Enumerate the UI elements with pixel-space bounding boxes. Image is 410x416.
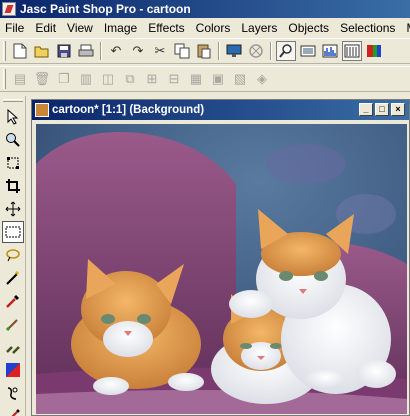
maximize-button[interactable]: □	[375, 103, 389, 116]
selection-tool-icon[interactable]	[2, 221, 24, 243]
menu-edit[interactable]: Edit	[30, 21, 62, 35]
menu-masks[interactable]: Masks	[401, 21, 410, 35]
undo-icon[interactable]: ↶	[106, 41, 126, 61]
menu-objects[interactable]: Objects	[283, 21, 335, 35]
layer-new-icon[interactable]: ▤	[10, 69, 30, 89]
toolbar-grip[interactable]	[3, 41, 6, 61]
document-window: cartoon* [1:1] (Background) _ □ ×	[31, 99, 410, 416]
open-icon[interactable]	[32, 41, 52, 61]
print-icon[interactable]	[76, 41, 96, 61]
retouch-tool-icon[interactable]	[2, 382, 24, 404]
image-canvas[interactable]	[36, 124, 407, 414]
overview-icon[interactable]	[298, 41, 318, 61]
menu-file[interactable]: File	[0, 21, 30, 35]
histogram-icon[interactable]	[320, 41, 340, 61]
menu-image[interactable]: Image	[99, 21, 143, 35]
color-palette-icon[interactable]	[342, 41, 362, 61]
paste-icon[interactable]	[194, 41, 214, 61]
dropper-tool-icon[interactable]	[2, 290, 24, 312]
cut-icon[interactable]: ✂	[150, 41, 170, 61]
new-icon[interactable]	[10, 41, 30, 61]
document-icon	[35, 103, 49, 117]
deform-tool-icon[interactable]	[2, 152, 24, 174]
menu-bar: File Edit View Image Effects Colors Laye…	[0, 18, 410, 38]
window-buttons: _ □ ×	[359, 103, 405, 116]
screen-icon[interactable]	[224, 41, 244, 61]
layer-duplicate-icon[interactable]: ❐	[54, 69, 74, 89]
toolbar-separator	[270, 42, 272, 60]
menu-selections[interactable]: Selections	[335, 21, 401, 35]
layer-link-icon[interactable]: ▧	[230, 69, 250, 89]
scratch-remover-icon[interactable]	[2, 405, 24, 416]
crop-tool-icon[interactable]	[2, 175, 24, 197]
document-title: cartoon* [1:1] (Background)	[52, 104, 205, 116]
zoom-icon[interactable]	[276, 41, 296, 61]
toolbar-grip[interactable]	[3, 69, 6, 89]
freehand-tool-icon[interactable]	[2, 244, 24, 266]
clone-brush-icon[interactable]	[2, 336, 24, 358]
layer-mask-icon[interactable]: ◫	[98, 69, 118, 89]
paintbrush-tool-icon[interactable]	[2, 313, 24, 335]
layer-down-icon[interactable]: ▦	[186, 69, 206, 89]
magic-wand-icon[interactable]	[2, 267, 24, 289]
menu-effects[interactable]: Effects	[143, 21, 190, 35]
menu-layers[interactable]: Layers	[236, 21, 283, 35]
mover-tool-icon[interactable]	[2, 198, 24, 220]
app-title: Jasc Paint Shop Pro - cartoon	[20, 2, 191, 16]
copy-icon[interactable]	[172, 41, 192, 61]
redo-icon[interactable]: ↷	[128, 41, 148, 61]
menu-view[interactable]: View	[62, 21, 99, 35]
layer-merge-icon[interactable]: ⊞	[142, 69, 162, 89]
layers-icon[interactable]	[364, 41, 384, 61]
layer-up-icon[interactable]: ⊟	[164, 69, 184, 89]
layer-toolbar: ▤ 🗑 ❐ ▥ ◫ ⧉ ⊞ ⊟ ▦ ▣ ▧ ◈	[0, 66, 410, 92]
color-replacer-icon[interactable]	[2, 359, 24, 381]
toolbar-separator	[100, 42, 102, 60]
layer-props-icon[interactable]: ▥	[76, 69, 96, 89]
zoom-tool-icon[interactable]	[2, 129, 24, 151]
paint-shop-pro-icon	[2, 2, 16, 16]
kittens-photo	[36, 124, 407, 414]
standard-toolbar: ↶ ↷ ✂	[0, 38, 410, 64]
layer-group-icon[interactable]: ⧉	[120, 69, 140, 89]
layer-lock-icon[interactable]: ◈	[252, 69, 272, 89]
save-icon[interactable]	[54, 41, 74, 61]
tool-palette	[0, 96, 26, 416]
palette-grip[interactable]	[3, 99, 23, 102]
browse-icon[interactable]	[246, 41, 266, 61]
layer-view-icon[interactable]: ▣	[208, 69, 228, 89]
app-title-bar: Jasc Paint Shop Pro - cartoon	[0, 0, 410, 18]
toolbar-separator	[218, 42, 220, 60]
document-title-bar[interactable]: cartoon* [1:1] (Background) _ □ ×	[32, 100, 409, 120]
close-button[interactable]: ×	[391, 103, 405, 116]
arrow-tool-icon[interactable]	[2, 106, 24, 128]
menu-colors[interactable]: Colors	[191, 21, 237, 35]
minimize-button[interactable]: _	[359, 103, 373, 116]
layer-delete-icon[interactable]: 🗑	[32, 69, 52, 89]
